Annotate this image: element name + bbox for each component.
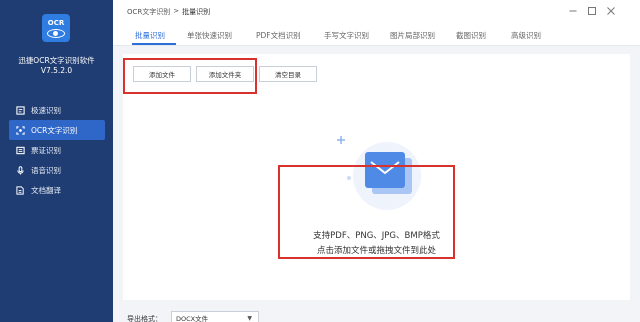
app-version: V7.5.2.0 (40, 66, 73, 75)
chevron-down-icon: ▼ (247, 315, 252, 322)
tab-batch-recognition[interactable]: 批量识别 (135, 30, 165, 41)
breadcrumb-separator: > (173, 7, 180, 15)
tab-pdf-document[interactable]: PDF文档识别 (256, 30, 301, 41)
sidebar-item-label: 极速识别 (31, 105, 61, 115)
sidebar: OCR 迅捷OCR文字识别软件 V7.5.2.0 极速识别 OCR文字识别 票证… (0, 0, 113, 322)
tab-image-region[interactable]: 图片局部识别 (390, 30, 435, 41)
app-name: 迅捷OCR文字识别软件 (18, 56, 95, 65)
sidebar-item-speed-scan[interactable]: 极速识别 (0, 100, 113, 120)
active-tab-indicator (132, 43, 176, 45)
tab-handwriting[interactable]: 手写文字识别 (324, 30, 369, 41)
microphone-icon (16, 165, 25, 175)
sidebar-item-voice[interactable]: 语音识别 (0, 160, 113, 180)
breadcrumb: OCR文字识别 > 批量识别 (127, 7, 210, 17)
breadcrumb-parent[interactable]: OCR文字识别 (127, 7, 170, 17)
output-format-select[interactable]: DOCX文件 ▼ (171, 311, 259, 322)
translate-doc-icon (16, 185, 25, 195)
feature-tabs: 批量识别 单张快速识别 PDF文档识别 手写文字识别 图片局部识别 截图识别 高… (113, 24, 640, 46)
minimize-icon[interactable] (568, 6, 578, 16)
output-format-label: 导出格式： (127, 315, 162, 322)
breadcrumb-current: 批量识别 (182, 8, 211, 16)
sidebar-item-translate[interactable]: 文档翻译 (0, 180, 113, 200)
drop-hint-text[interactable]: 点击添加文件或拖拽文件到此处 (123, 244, 630, 256)
supported-formats-text: 支持PDF、PNG、JPG、BMP格式 (313, 231, 440, 241)
sidebar-item-label: OCR文字识别 (31, 125, 78, 135)
logo-text: OCR (47, 18, 65, 27)
close-icon[interactable] (606, 6, 616, 16)
sidebar-item-label: 票证识别 (31, 145, 61, 155)
clear-list-button[interactable]: 清空目录 (259, 66, 317, 82)
export-bar: 导出格式： DOCX文件 ▼ (113, 300, 640, 322)
title-bar: OCR文字识别 > 批量识别 (113, 0, 640, 24)
tab-advanced[interactable]: 高级识别 (511, 30, 541, 41)
sidebar-item-label: 文档翻译 (31, 185, 61, 195)
sidebar-item-label: 语音识别 (31, 165, 61, 175)
tab-single-quick[interactable]: 单张快速识别 (187, 30, 232, 41)
app-logo: OCR (42, 14, 70, 42)
ticket-icon (16, 146, 25, 155)
file-drop-panel[interactable]: 添加文件 添加文件夹 清空目录 支持PDF、PNG、JPG、BMP格式 点击添加… (123, 54, 630, 300)
sidebar-item-ocr[interactable]: OCR文字识别 (9, 120, 105, 140)
highlight-box-buttons (123, 58, 257, 94)
output-format-value: DOCX文件 (176, 315, 209, 322)
tab-screenshot[interactable]: 截图识别 (456, 30, 486, 41)
restore-icon[interactable] (587, 6, 597, 16)
speed-scan-icon (16, 105, 25, 115)
sidebar-item-ticket[interactable]: 票证识别 (0, 140, 113, 160)
sidebar-nav: 极速识别 OCR文字识别 票证识别 语音识别 文档翻译 (0, 100, 113, 200)
ocr-scan-icon (16, 125, 25, 135)
eye-icon (47, 28, 65, 38)
